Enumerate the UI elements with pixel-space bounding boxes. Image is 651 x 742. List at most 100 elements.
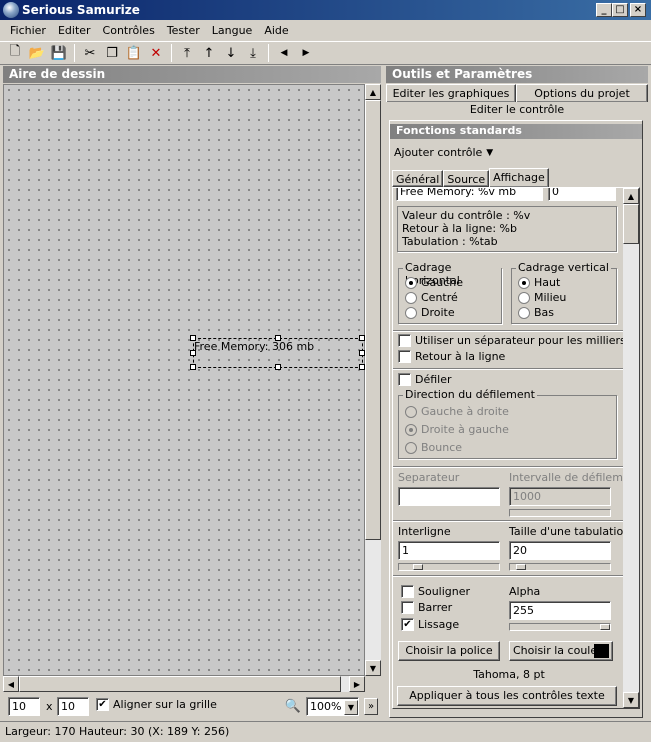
subtab-affichage[interactable]: Affichage (489, 168, 549, 187)
menu-editer[interactable]: Editer (52, 24, 97, 37)
dropdown-arrow-icon[interactable]: ▼ (486, 148, 493, 158)
scroll-right-icon[interactable]: ▶ (349, 676, 365, 692)
radio-gauche[interactable] (405, 276, 417, 289)
move-up-icon[interactable]: ↑ (198, 43, 220, 63)
save-icon[interactable]: 💾 (48, 43, 70, 63)
canvas-horizontal-scrollbar[interactable]: ◀ ▶ (3, 676, 365, 692)
scroll-up-icon[interactable]: ▲ (623, 188, 639, 204)
resize-handle[interactable] (359, 335, 365, 341)
scroll-checkbox[interactable] (398, 373, 411, 386)
scroll-left-icon[interactable]: ◀ (3, 676, 19, 692)
copy-icon[interactable]: ❐ (101, 43, 123, 63)
tab-options-projet[interactable]: Options du projet (516, 84, 648, 102)
scroll-direction-label: Direction du défilement (403, 388, 537, 401)
tab-size-slider[interactable] (509, 563, 611, 571)
menu-fichier[interactable]: Fichier (4, 24, 52, 37)
separator-checkbox[interactable] (398, 334, 411, 347)
previous-icon[interactable]: ◀ (273, 43, 295, 63)
collapse-icon[interactable]: » (364, 698, 378, 715)
maximize-button[interactable]: □ (612, 3, 628, 17)
zoom-preview-icon[interactable]: 🔍 (282, 696, 304, 716)
radio-bas[interactable] (518, 306, 530, 319)
menu-langue[interactable]: Langue (206, 24, 259, 37)
paste-icon[interactable]: 📋 (123, 43, 145, 63)
move-bottom-icon[interactable]: ⤓ (242, 43, 264, 63)
status-bar: Largeur: 170 Hauteur: 30 (X: 189 Y: 256) (0, 721, 651, 742)
scroll-up-icon[interactable]: ▲ (365, 84, 381, 100)
resize-handle[interactable] (190, 364, 196, 370)
alpha-label: Alpha (509, 585, 541, 598)
radio-droite-gauche-label: Droite à gauche (421, 423, 509, 436)
grid-x-input[interactable]: 10 (8, 697, 40, 716)
smooth-label: Lissage (418, 618, 460, 631)
resize-handle[interactable] (359, 350, 365, 356)
new-file-icon[interactable]: 🗋 (4, 43, 26, 63)
cadrage-vertical-label: Cadrage vertical (516, 261, 611, 274)
hscroll-thumb[interactable] (19, 676, 341, 692)
format-input[interactable]: Free Memory: %v mb (396, 188, 543, 201)
choose-font-button[interactable]: Choisir la police (398, 641, 500, 661)
interval-input[interactable]: 1000 (509, 487, 611, 506)
radio-haut[interactable] (518, 276, 530, 289)
tab-editer-graphiques[interactable]: Editer les graphiques (386, 84, 516, 102)
help-line: Valeur du contrôle : %v (402, 209, 531, 222)
radio-droite-gauche[interactable] (405, 423, 417, 436)
minimize-button[interactable]: _ (596, 3, 612, 17)
scroll-down-icon[interactable]: ▼ (623, 692, 639, 708)
radio-droite[interactable] (405, 306, 417, 319)
radio-haut-label: Haut (534, 276, 561, 289)
radio-centre[interactable] (405, 291, 417, 304)
delete-icon[interactable]: ✕ (145, 43, 167, 63)
open-folder-icon[interactable]: 📂 (26, 43, 48, 63)
radio-bounce[interactable] (405, 441, 417, 454)
wrap-checkbox-label: Retour à la ligne (415, 350, 506, 363)
interline-input[interactable]: 1 (398, 541, 500, 560)
alpha-slider[interactable] (509, 623, 611, 631)
title-bar[interactable]: Serious Samurize _ □ × (0, 0, 651, 20)
move-top-icon[interactable]: ⤒ (176, 43, 198, 63)
grid-y-input[interactable]: 10 (57, 697, 89, 716)
resize-handle[interactable] (359, 364, 365, 370)
scroll-down-icon[interactable]: ▼ (365, 660, 381, 676)
separator-input[interactable] (398, 487, 500, 506)
tab-editer-controle[interactable]: Editer le contrôle (386, 102, 648, 120)
radio-milieu[interactable] (518, 291, 530, 304)
panel-scrollbar[interactable]: ▲ ▼ (623, 188, 639, 708)
resize-handle[interactable] (190, 335, 196, 341)
move-down-icon[interactable]: ↓ (220, 43, 242, 63)
underline-label: Souligner (418, 585, 471, 598)
menu-tester[interactable]: Tester (161, 24, 206, 37)
canvas-vertical-scrollbar[interactable]: ▲ ▼ (365, 84, 381, 676)
alpha-input[interactable]: 255 (509, 601, 611, 620)
resize-handle[interactable] (275, 335, 281, 341)
choose-color-button[interactable]: Choisir la couleur (509, 641, 613, 661)
snap-grid-checkbox[interactable]: ✔ (96, 698, 109, 711)
format-input-2[interactable]: 0 (548, 188, 616, 201)
subtab-source[interactable]: Source (443, 170, 490, 187)
underline-checkbox[interactable] (401, 585, 414, 598)
radio-gauche-droite[interactable] (405, 405, 417, 418)
menu-controles[interactable]: Contrôles (97, 24, 161, 37)
panel-scroll-thumb[interactable] (623, 204, 639, 244)
scroll-thumb[interactable] (365, 100, 381, 540)
menu-aide[interactable]: Aide (258, 24, 294, 37)
strike-checkbox[interactable] (401, 601, 414, 614)
interval-slider[interactable] (509, 509, 611, 517)
scroll-direction-group: Direction du défilement Gauche à droite … (398, 388, 617, 459)
smooth-checkbox[interactable]: ✔ (401, 618, 414, 631)
apply-all-button[interactable]: Appliquer à tous les contrôles texte (397, 686, 617, 706)
resize-handle[interactable] (190, 350, 196, 356)
tab-size-input[interactable]: 20 (509, 541, 611, 560)
canvas-text-element[interactable]: Free Memory: 306 mb (190, 335, 365, 370)
add-control-label[interactable]: Ajouter contrôle (394, 146, 482, 159)
subtab-general[interactable]: Général (392, 170, 444, 187)
drawing-canvas[interactable] (3, 84, 365, 676)
cut-icon[interactable]: ✂ (79, 43, 101, 63)
chevron-down-icon: ▼ (344, 700, 358, 715)
zoom-select[interactable]: 100% ▼ (306, 697, 359, 716)
interline-slider[interactable] (398, 563, 500, 571)
next-icon[interactable]: ▶ (295, 43, 317, 63)
wrap-checkbox[interactable] (398, 350, 411, 363)
close-button[interactable]: × (630, 3, 646, 17)
resize-handle[interactable] (275, 364, 281, 370)
